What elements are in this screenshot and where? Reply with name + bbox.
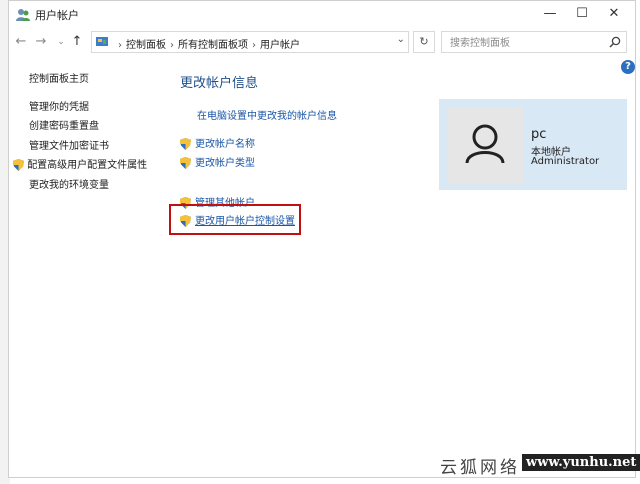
link-change-account-type[interactable]: 更改帐户类型 [180, 154, 255, 169]
search-icon[interactable] [608, 35, 622, 49]
user-accounts-window: 用户帐户 — ☐ ✕ ← → ⌄ ↑ › 控制面板 › 所有控制面板项 › 用户帐户 ⌄ … [8, 0, 636, 478]
watermark-brand: 云狐网络 [440, 458, 520, 478]
user-accounts-icon [16, 9, 30, 21]
sidebar-item-credentials[interactable]: 管理你的凭据 [29, 98, 89, 113]
title-bar: 用户帐户 — ☐ ✕ [9, 1, 635, 29]
link-pc-settings[interactable]: 在电脑设置中更改我的帐户信息 [197, 107, 337, 122]
maximize-button[interactable]: ☐ [565, 4, 599, 24]
search-input[interactable] [448, 35, 602, 51]
help-icon[interactable]: ? [621, 60, 635, 74]
address-bar: ← → ⌄ ↑ › 控制面板 › 所有控制面板项 › 用户帐户 ⌄ ↻ [9, 29, 635, 55]
user-name: pc [531, 127, 547, 142]
up-arrow-icon[interactable]: ↑ [69, 32, 85, 52]
breadcrumb-control-panel[interactable]: 控制面板 [126, 40, 166, 51]
sidebar-item-label: 配置高级用户配置文件属性 [27, 160, 148, 171]
sidebar-item-encryption-certs[interactable]: 管理文件加密证书 [29, 137, 109, 152]
watermark: 云狐网络 www.yunhu.net [0, 452, 640, 484]
breadcrumb-separator-icon: › [170, 40, 174, 51]
forward-arrow-icon[interactable]: → [33, 32, 49, 52]
avatar [447, 107, 523, 183]
uac-shield-icon [13, 159, 24, 171]
search-box[interactable] [441, 31, 627, 53]
sidebar-item-advanced-profile[interactable]: 配置高级用户配置文件属性 [13, 156, 147, 171]
breadcrumb-all-items[interactable]: 所有控制面板项 [178, 40, 248, 51]
user-silhouette-icon [465, 124, 505, 164]
back-arrow-icon[interactable]: ← [13, 32, 29, 52]
sidebar-item-home[interactable]: 控制面板主页 [29, 70, 89, 85]
link-label: 更改帐户名称 [195, 139, 255, 150]
link-label: 更改帐户类型 [195, 158, 255, 169]
breadcrumb: › 控制面板 › 所有控制面板项 › 用户帐户 [114, 36, 300, 51]
user-card: pc 本地帐户 Administrator [439, 99, 627, 190]
page-title: 更改帐户信息 [180, 76, 259, 91]
refresh-icon[interactable]: ↻ [413, 31, 435, 53]
uac-shield-icon [180, 157, 191, 169]
address-dropdown-chevron-icon[interactable]: ⌄ [397, 34, 405, 45]
uac-shield-icon [180, 138, 191, 150]
window-title: 用户帐户 [35, 9, 79, 22]
control-panel-icon [96, 37, 108, 46]
minimize-button[interactable]: — [533, 4, 567, 24]
highlight-annotation-box [169, 204, 301, 235]
link-change-account-name[interactable]: 更改帐户名称 [180, 135, 255, 150]
close-button[interactable]: ✕ [597, 4, 631, 24]
address-field[interactable]: › 控制面板 › 所有控制面板项 › 用户帐户 ⌄ [91, 31, 409, 53]
account-group: Administrator [531, 156, 600, 167]
breadcrumb-separator-icon: › [252, 40, 256, 51]
breadcrumb-user-accounts[interactable]: 用户帐户 [260, 40, 300, 51]
recent-locations-chevron-icon[interactable]: ⌄ [53, 32, 69, 52]
watermark-url: www.yunhu.net [522, 454, 640, 471]
sidebar-item-env-vars[interactable]: 更改我的环境变量 [29, 176, 109, 191]
breadcrumb-separator-icon: › [118, 40, 122, 51]
sidebar-item-reset-disk[interactable]: 创建密码重置盘 [29, 117, 99, 132]
